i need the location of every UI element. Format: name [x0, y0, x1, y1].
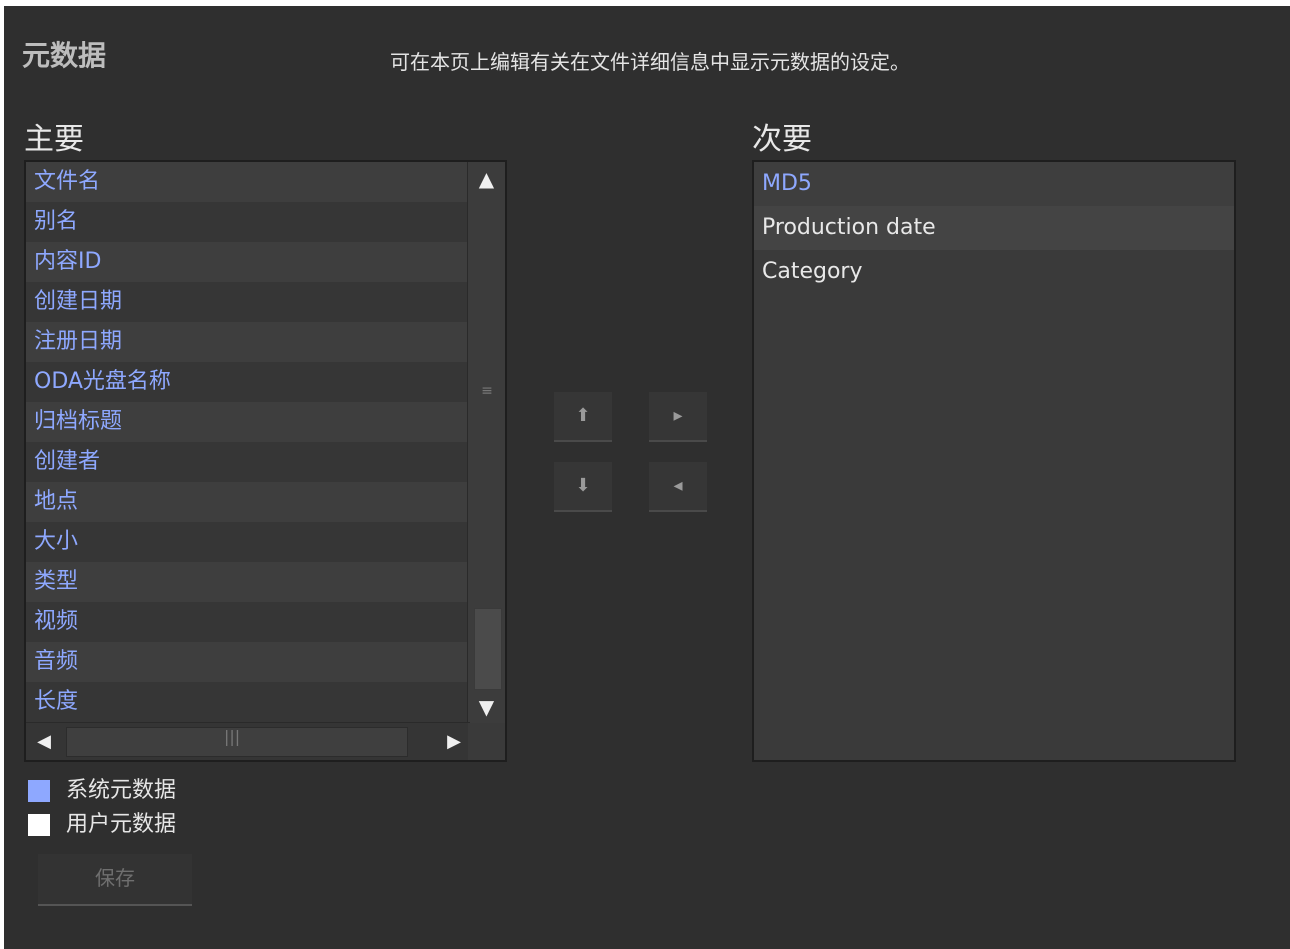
list-item[interactable]: 别名: [26, 202, 470, 242]
list-item[interactable]: 音频: [26, 642, 470, 682]
list-item[interactable]: 地点: [26, 482, 470, 522]
legend-system: 系统元数据: [28, 772, 176, 804]
list-item[interactable]: 大小: [26, 522, 470, 562]
vertical-scrollbar[interactable]: ▲ ≡ ▼: [467, 162, 505, 724]
legend-system-label: 系统元数据: [66, 778, 177, 803]
scrollbar-grip-icon: ≡: [481, 383, 493, 399]
arrow-up-icon: ⬆: [575, 405, 591, 426]
primary-section-label: 主要: [24, 122, 84, 157]
primary-list-rows: 文件名 别名 内容ID 创建日期 注册日期 ODA光盘名称 归档标题 创建者 地…: [26, 162, 470, 722]
list-item[interactable]: 内容ID: [26, 242, 470, 282]
metadata-settings-panel: 元数据 可在本页上编辑有关在文件详细信息中显示元数据的设定。 主要 次要 文件名…: [4, 6, 1290, 949]
legend-user: 用户元数据: [28, 806, 176, 838]
scroll-right-arrow-icon[interactable]: ▶: [436, 723, 472, 760]
move-right-button[interactable]: ▸: [649, 392, 707, 442]
secondary-list[interactable]: MD5 Production date Category: [752, 160, 1236, 762]
list-item[interactable]: 文件名: [26, 162, 470, 202]
scroll-down-arrow-icon[interactable]: ▼: [468, 690, 505, 724]
scrollbar-grip-icon: |||: [224, 727, 241, 746]
page-description: 可在本页上编辑有关在文件详细信息中显示元数据的设定。: [390, 50, 910, 74]
user-color-swatch: [28, 814, 50, 836]
list-item[interactable]: Production date: [754, 206, 1234, 250]
arrow-down-icon: ⬇: [575, 475, 591, 496]
list-item[interactable]: ODA光盘名称: [26, 362, 470, 402]
list-item[interactable]: 视频: [26, 602, 470, 642]
secondary-section-label: 次要: [752, 122, 812, 157]
move-down-button[interactable]: ⬇: [554, 462, 612, 512]
move-up-button[interactable]: ⬆: [554, 392, 612, 442]
move-left-button[interactable]: ◂: [649, 462, 707, 512]
list-item[interactable]: 长度: [26, 682, 470, 722]
list-item[interactable]: 归档标题: [26, 402, 470, 442]
legend-user-label: 用户元数据: [66, 812, 177, 837]
list-item[interactable]: 创建日期: [26, 282, 470, 322]
vertical-scroll-thumb[interactable]: [474, 608, 502, 690]
horizontal-scrollbar[interactable]: ◀ ||| ▶: [26, 722, 470, 760]
scrollbar-corner: [468, 723, 505, 760]
list-item[interactable]: 创建者: [26, 442, 470, 482]
list-item[interactable]: 类型: [26, 562, 470, 602]
save-button[interactable]: 保存: [38, 854, 192, 906]
arrow-left-icon: ◂: [673, 475, 683, 496]
list-item[interactable]: 注册日期: [26, 322, 470, 362]
primary-list[interactable]: 文件名 别名 内容ID 创建日期 注册日期 ODA光盘名称 归档标题 创建者 地…: [24, 160, 507, 762]
arrow-right-icon: ▸: [673, 405, 683, 426]
page-title: 元数据: [22, 39, 107, 72]
system-color-swatch: [28, 780, 50, 802]
scroll-up-arrow-icon[interactable]: ▲: [468, 162, 505, 196]
list-item[interactable]: MD5: [754, 162, 1234, 206]
list-item[interactable]: Category: [754, 250, 1234, 294]
scroll-left-arrow-icon[interactable]: ◀: [26, 723, 62, 760]
